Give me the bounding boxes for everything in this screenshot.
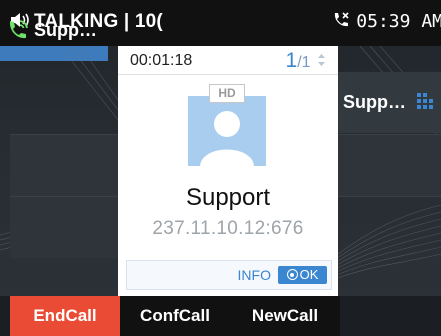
phone-missed-icon bbox=[332, 11, 350, 34]
line-slot-empty[interactable] bbox=[10, 196, 118, 258]
end-call-button[interactable]: EndCall bbox=[10, 296, 120, 336]
hd-badge: HD bbox=[209, 84, 245, 103]
phone-screen: TALKING | 10( 05:39 AM Supp… Supp… 00:01… bbox=[0, 0, 441, 336]
clock-time: 05:39 AM bbox=[356, 11, 441, 32]
ok-label: OK bbox=[299, 267, 319, 282]
pager-current: 1 bbox=[285, 49, 298, 72]
line-slot-empty[interactable] bbox=[10, 134, 118, 196]
dialpad-icon bbox=[416, 92, 434, 117]
line-key-right-label: Supp… bbox=[343, 92, 406, 112]
softkey-bar: EndCall ConfCall NewCall bbox=[0, 296, 441, 336]
ok-button[interactable]: OK bbox=[278, 266, 327, 284]
line-slot-empty[interactable] bbox=[338, 134, 441, 196]
line-key-right[interactable]: Supp… bbox=[338, 72, 441, 133]
contact-address: 237.11.10.12:676 bbox=[152, 218, 304, 239]
call-duration: 00:01:18 bbox=[130, 52, 193, 69]
line-slot-empty[interactable] bbox=[338, 196, 441, 258]
person-icon bbox=[200, 111, 254, 166]
phone-call-icon bbox=[6, 18, 30, 47]
contact-name: Support bbox=[185, 184, 271, 211]
ok-circle-icon bbox=[286, 269, 298, 280]
card-divider bbox=[118, 74, 338, 75]
pager-total: /1 bbox=[297, 54, 311, 71]
conf-call-button[interactable]: ConfCall bbox=[120, 296, 230, 336]
call-pager[interactable]: 1/1 bbox=[286, 49, 326, 73]
info-label: INFO bbox=[237, 267, 271, 283]
new-call-button[interactable]: NewCall bbox=[230, 296, 340, 336]
contact-avatar bbox=[188, 96, 266, 166]
call-info-card: 00:01:18 1/1 HD Support 237.11.10.12:676… bbox=[118, 46, 338, 296]
info-bar: INFO OK bbox=[126, 260, 332, 290]
clock: 05:39 AM bbox=[332, 11, 441, 34]
line-key-label: Supp… bbox=[34, 20, 97, 40]
up-down-arrow-icon bbox=[317, 53, 326, 72]
